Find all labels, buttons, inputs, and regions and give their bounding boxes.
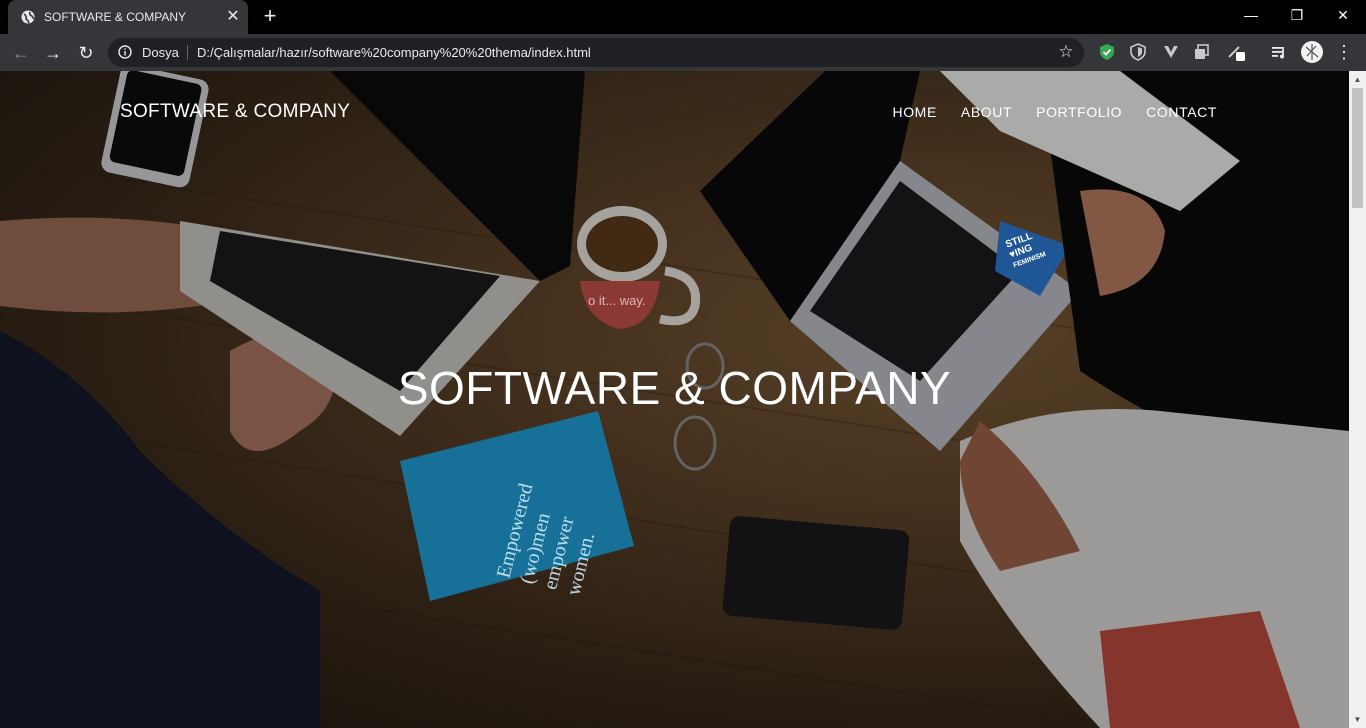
- reload-icon[interactable]: ↻: [73, 40, 99, 66]
- shield-extension-icon[interactable]: [1129, 43, 1147, 61]
- playlist-icon[interactable]: [1270, 43, 1288, 61]
- nav-link-about[interactable]: ABOUT: [961, 104, 1012, 120]
- scroll-down-arrow-icon[interactable]: ▼: [1349, 711, 1366, 728]
- restore-button[interactable]: ❐: [1274, 0, 1320, 30]
- nav-link-portfolio[interactable]: PORTFOLIO: [1036, 104, 1122, 120]
- hero-title: SOFTWARE & COMPANY: [397, 362, 952, 414]
- menu-dots-icon[interactable]: ⋮: [1334, 40, 1354, 64]
- pen-extension-icon[interactable]: [1227, 43, 1245, 61]
- browser-tab[interactable]: SOFTWARE & COMPANY ✕: [8, 0, 248, 34]
- new-tab-button[interactable]: +: [258, 5, 282, 29]
- info-icon[interactable]: [118, 45, 132, 59]
- close-window-button[interactable]: ✕: [1320, 0, 1366, 30]
- v-extension-icon[interactable]: [1162, 43, 1180, 61]
- page-viewport: Empowered (wo)men empower women. STILL ♥…: [0, 71, 1349, 728]
- shield-check-extension-icon[interactable]: [1098, 43, 1116, 61]
- scrollbar-thumb[interactable]: [1352, 88, 1363, 208]
- nav-link-contact[interactable]: CONTACT: [1146, 104, 1217, 120]
- nav-link-home[interactable]: HOME: [892, 104, 936, 120]
- address-bar[interactable]: Dosya D:/Çalışmalar/hazır/software%20com…: [108, 38, 1084, 67]
- site-brand-link[interactable]: SOFTWARE & COMPANY: [120, 101, 350, 123]
- page-scrollbar[interactable]: ▲ ▼: [1349, 71, 1366, 728]
- origin-label: Dosya: [142, 45, 179, 60]
- profile-avatar[interactable]: [1301, 41, 1323, 63]
- forward-arrow-icon[interactable]: →: [40, 40, 66, 66]
- star-icon[interactable]: ☆: [1056, 42, 1076, 62]
- back-arrow-icon[interactable]: ←: [8, 40, 34, 66]
- address-separator: [187, 45, 188, 60]
- browser-toolbar: ← → ↻ Dosya D:/Çalışmalar/hazır/software…: [0, 34, 1366, 71]
- minimize-button[interactable]: —: [1228, 0, 1274, 30]
- tab-close-icon[interactable]: ✕: [222, 6, 244, 28]
- url-text[interactable]: D:/Çalışmalar/hazır/software%20company%2…: [197, 45, 591, 60]
- tab-strip: SOFTWARE & COMPANY ✕ + — ❐ ✕: [0, 0, 1366, 34]
- scroll-up-arrow-icon[interactable]: ▲: [1349, 71, 1366, 88]
- copy-extension-icon[interactable]: [1193, 43, 1211, 61]
- site-nav: HOME ABOUT PORTFOLIO CONTACT: [892, 104, 1217, 120]
- mug-lettering: o it... way.: [588, 293, 646, 308]
- avatar-icon: [1305, 44, 1319, 60]
- tab-title: SOFTWARE & COMPANY: [44, 10, 187, 24]
- globe-icon: [21, 10, 35, 24]
